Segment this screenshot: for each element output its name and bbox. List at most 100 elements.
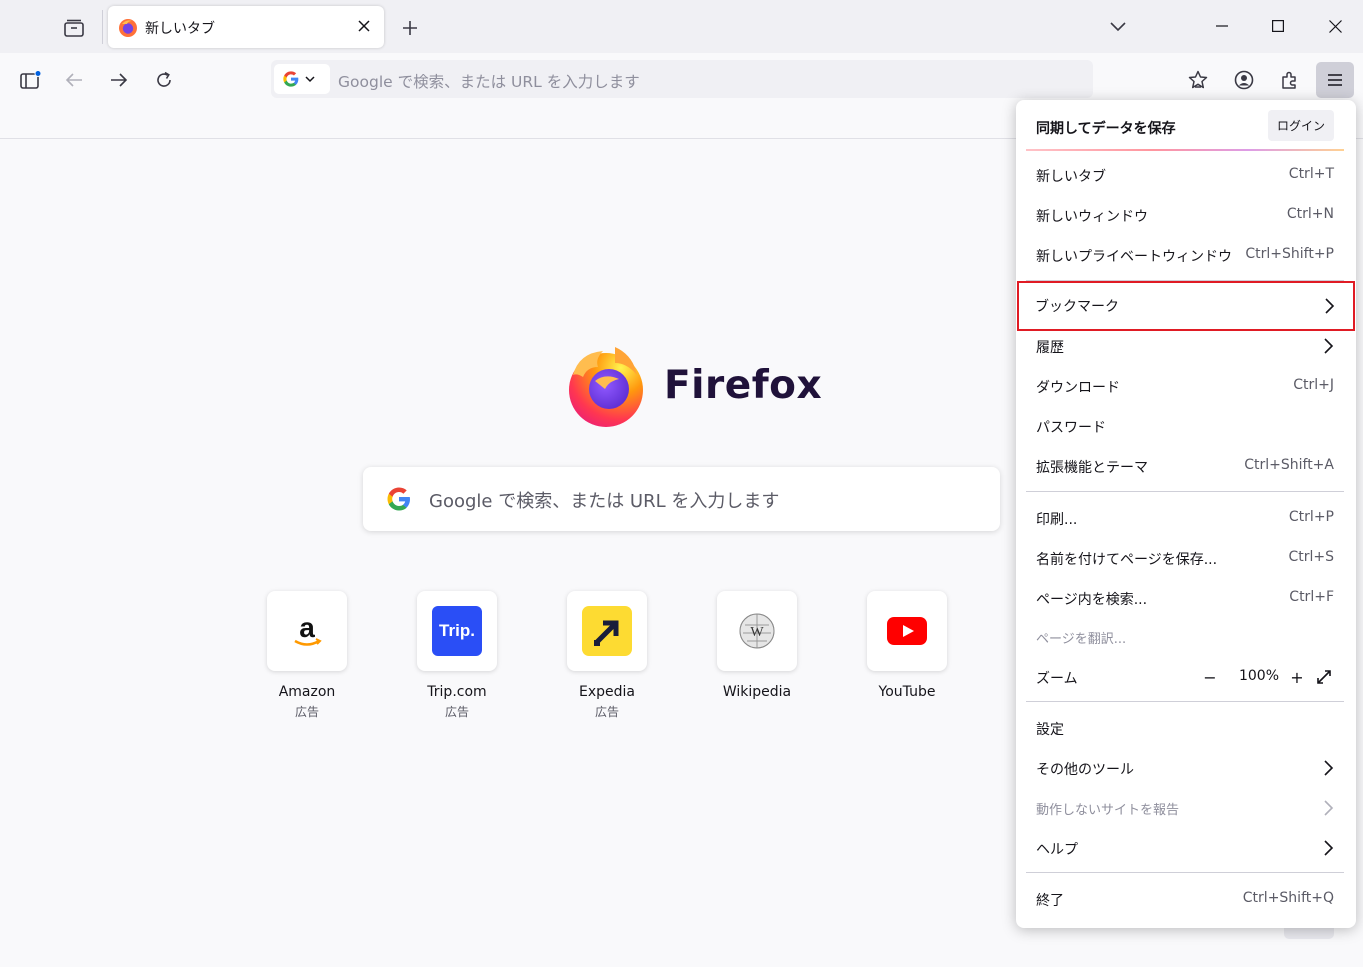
menu-item-bookmarks[interactable]: ブックマーク: [1017, 281, 1355, 331]
tab-overview-icon[interactable]: [60, 14, 88, 42]
plus-icon[interactable]: [398, 16, 422, 40]
shortcut-name: Wikipedia: [722, 684, 792, 700]
search-engine-button[interactable]: [274, 64, 330, 94]
menu-item-label: 名前を付けてページを保存...: [1036, 552, 1218, 568]
content-search-placeholder: Google で検索、または URL を入力します: [429, 491, 780, 512]
back-icon[interactable]: [60, 66, 88, 94]
menu-item-shortcut: Ctrl+Shift+A: [1244, 457, 1334, 473]
firefox-logo-icon: [565, 345, 647, 427]
chevron-down-icon[interactable]: [1106, 15, 1130, 39]
chevron-right-icon: [1324, 338, 1334, 354]
menu-item-help[interactable]: ヘルプ: [1020, 828, 1352, 868]
menu-separator: [1026, 491, 1344, 492]
menu-item-downloads[interactable]: ダウンロード Ctrl+J: [1020, 366, 1352, 406]
menu-item-label: パスワード: [1036, 420, 1106, 436]
menu-item-label: ヘルプ: [1036, 842, 1078, 858]
menu-item-shortcut: Ctrl+Shift+P: [1245, 246, 1334, 262]
svg-text:a: a: [299, 612, 315, 643]
shortcut-name: Trip.com: [427, 684, 487, 700]
shortcut-trip[interactable]: Trip. Trip.com 広告: [397, 591, 517, 720]
chevron-down-icon: [305, 75, 315, 82]
menu-item-label: 拡張機能とテーマ: [1036, 460, 1148, 476]
fullscreen-icon[interactable]: [1314, 667, 1334, 687]
window-close-icon[interactable]: [1320, 12, 1350, 40]
chevron-right-icon: [1324, 840, 1334, 856]
trip-logo-text: Trip.: [432, 606, 482, 656]
menu-item-report-broken-site: 動作しないサイトを報告: [1020, 788, 1352, 828]
shortcut-youtube[interactable]: YouTube: [847, 591, 967, 700]
shortcut-amazon[interactable]: a Amazon 広告: [247, 591, 367, 720]
menu-item-translate-page: ページを翻訳...: [1020, 617, 1352, 657]
menu-item-passwords[interactable]: パスワード: [1020, 406, 1352, 446]
minimize-icon[interactable]: [1207, 12, 1237, 40]
sync-label: 同期してデータを保存: [1036, 121, 1176, 137]
extensions-icon[interactable]: [1276, 66, 1304, 94]
tab-strip-divider: [102, 10, 103, 44]
shortcut-expedia[interactable]: Expedia 広告: [547, 591, 667, 720]
maximize-icon[interactable]: [1263, 12, 1293, 40]
zoom-out-button[interactable]: −: [1200, 667, 1220, 687]
sync-row: 同期してデータを保存 ログイン: [1016, 100, 1356, 150]
zoom-in-button[interactable]: +: [1287, 667, 1307, 687]
menu-item-label: 新しいタブ: [1036, 169, 1106, 185]
menu-item-label: その他のツール: [1036, 762, 1134, 778]
reload-icon[interactable]: [150, 66, 178, 94]
google-icon: [283, 71, 299, 87]
menu-item-label: ページを翻訳...: [1036, 632, 1127, 647]
menu-separator: [1026, 872, 1344, 873]
login-button[interactable]: ログイン: [1268, 110, 1334, 141]
expedia-icon: [567, 591, 647, 671]
menu-item-label: 印刷...: [1036, 512, 1078, 528]
menu-item-shortcut: Ctrl+P: [1288, 509, 1334, 525]
chevron-right-icon: [1325, 298, 1335, 314]
menu-item-quit[interactable]: 終了 Ctrl+Shift+Q: [1020, 879, 1352, 919]
tab-strip: 新しいタブ: [0, 0, 1363, 53]
zoom-value[interactable]: 100%: [1229, 668, 1289, 684]
content-search-input[interactable]: Google で検索、または URL を入力します: [363, 467, 1000, 531]
chevron-right-icon: [1324, 800, 1334, 816]
account-icon[interactable]: [1230, 66, 1258, 94]
menu-item-settings[interactable]: 設定: [1020, 708, 1352, 748]
menu-item-label: 履歴: [1036, 340, 1064, 356]
tab-new-tab[interactable]: 新しいタブ: [108, 6, 384, 48]
bookmark-star-icon[interactable]: [1184, 66, 1212, 94]
menu-item-save-page[interactable]: 名前を付けてページを保存... Ctrl+S: [1020, 538, 1352, 578]
shortcut-name: YouTube: [878, 684, 936, 700]
sponsored-label: 広告: [444, 705, 469, 719]
menu-item-zoom: ズーム − 100% +: [1020, 657, 1352, 697]
menu-item-find-in-page[interactable]: ページ内を検索... Ctrl+F: [1020, 578, 1352, 618]
menu-item-history[interactable]: 履歴: [1020, 326, 1352, 366]
menu-item-new-private-window[interactable]: 新しいプライベートウィンドウ Ctrl+Shift+P: [1020, 235, 1352, 275]
menu-item-label: 設定: [1036, 722, 1064, 738]
menu-item-shortcut: Ctrl+S: [1288, 549, 1334, 565]
forward-icon[interactable]: [105, 66, 133, 94]
trip-icon: Trip.: [417, 591, 497, 671]
tab-title: 新しいタブ: [145, 21, 215, 37]
shortcut-name: Expedia: [579, 684, 635, 700]
sponsored-label: 広告: [594, 705, 619, 719]
menu-item-print[interactable]: 印刷... Ctrl+P: [1020, 498, 1352, 538]
app-menu-panel: 同期してデータを保存 ログイン 新しいタブ Ctrl+T 新しいウィンドウ Ct…: [1016, 100, 1356, 928]
amazon-icon: a: [267, 591, 347, 671]
menu-item-new-tab[interactable]: 新しいタブ Ctrl+T: [1020, 155, 1352, 195]
url-bar-placeholder: Google で検索、または URL を入力します: [338, 73, 640, 91]
hamburger-menu-icon[interactable]: [1316, 62, 1354, 98]
shortcut-wikipedia[interactable]: W Wikipedia: [697, 591, 817, 700]
menu-item-label: 終了: [1036, 893, 1064, 909]
menu-item-addons-themes[interactable]: 拡張機能とテーマ Ctrl+Shift+A: [1020, 446, 1352, 486]
menu-item-label: 新しいプライベートウィンドウ: [1036, 249, 1232, 265]
menu-item-more-tools[interactable]: その他のツール: [1020, 748, 1352, 788]
youtube-icon: [867, 591, 947, 671]
chevron-right-icon: [1324, 760, 1334, 776]
menu-item-label: ブックマーク: [1035, 299, 1119, 315]
wikipedia-icon: W: [717, 591, 797, 671]
sidebar-icon[interactable]: [16, 66, 44, 94]
menu-item-shortcut: Ctrl+F: [1289, 589, 1334, 605]
menu-item-new-window[interactable]: 新しいウィンドウ Ctrl+N: [1020, 195, 1352, 235]
svg-text:W: W: [750, 625, 764, 640]
firefox-wordmark: Firefox: [664, 363, 823, 408]
menu-item-shortcut: Ctrl+J: [1293, 377, 1334, 393]
url-bar[interactable]: Google で検索、または URL を入力します: [271, 60, 1093, 98]
zoom-controls: − 100% +: [1188, 665, 1338, 689]
close-icon[interactable]: [354, 16, 374, 36]
